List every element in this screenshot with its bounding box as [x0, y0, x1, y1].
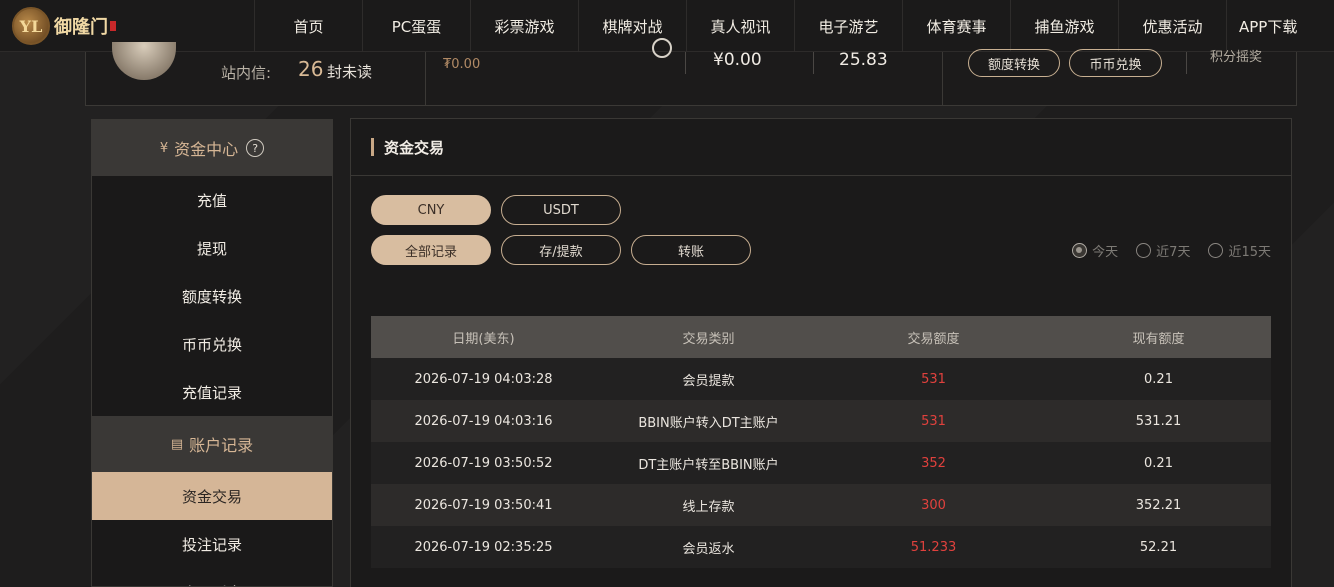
logo-mark-icon: YL [12, 7, 50, 45]
table-row: 2026-07-19 03:50:41 线上存款 300 352.21 [371, 484, 1271, 526]
sidebar-header-account-records[interactable]: ▤ 账户记录 [92, 416, 332, 472]
title-accent-bar [371, 138, 374, 156]
nav-item-home[interactable]: 首页 [254, 0, 362, 52]
cell-amount: 352 [921, 455, 946, 471]
sidebar-item-deposit-records[interactable]: 充值记录 [92, 368, 332, 416]
cell-balance: 531.21 [1135, 413, 1182, 429]
message-label: 站内信: [221, 64, 272, 82]
main-panel: 资金交易 CNY USDT 全部记录 存/提款 转账 今天 近7天 近15天 日… [350, 118, 1292, 587]
tab-deposit-withdraw[interactable]: 存/提款 [501, 235, 621, 265]
nav-item-lottery[interactable]: 彩票游戏 [470, 0, 578, 52]
help-icon[interactable]: ? [246, 139, 265, 157]
cell-amount: 300 [921, 497, 946, 513]
transactions-table: 日期(美东) 交易类别 交易额度 现有额度 2026-07-19 04:03:2… [371, 316, 1271, 568]
sidebar-item-fund-transactions[interactable]: 资金交易 [92, 472, 332, 520]
cell-date: 2026-07-19 03:50:52 [414, 455, 553, 471]
sidebar-item-coin-exchange[interactable]: 币币兑换 [92, 320, 332, 368]
cell-type: 线上存款 [682, 499, 735, 515]
points-amount: 25.83 [839, 50, 888, 70]
nav-menu: 首页 PC蛋蛋 彩票游戏 棋牌对战 真人视讯 电子游艺 体育赛事 捕鱼游戏 优惠… [254, 0, 1334, 52]
coin-exchange-button[interactable]: 币币兑换 [1069, 49, 1162, 77]
cell-type: 会员提款 [682, 373, 735, 389]
table-row: 2026-07-19 02:35:25 会员返水 51.233 52.21 [371, 526, 1271, 568]
cell-balance: 0.21 [1144, 455, 1173, 471]
cell-date: 2026-07-19 02:35:25 [414, 539, 553, 555]
account-sidebar: ¥ 资金中心 ? 充值 提现 额度转换 币币兑换 充值记录 ▤ 账户记录 资金交… [91, 119, 333, 587]
nav-item-app-download[interactable]: APP下载 [1226, 0, 1334, 52]
tab-transfer[interactable]: 转账 [631, 235, 751, 265]
tab-cny[interactable]: CNY [371, 195, 491, 225]
sidebar-item-bet-records[interactable]: 投注记录 [92, 520, 332, 568]
divider [1186, 52, 1187, 74]
account-records-label: 账户记录 [189, 436, 254, 455]
radio-label: 今天 [1092, 245, 1119, 260]
tab-usdt[interactable]: USDT [501, 195, 621, 225]
fund-center-label: 资金中心 [174, 140, 239, 159]
sidebar-item-deposit[interactable]: 充值 [92, 176, 332, 224]
divider [813, 52, 814, 74]
nav-item-promotions[interactable]: 优惠活动 [1118, 0, 1226, 52]
table-header: 日期(美东) 交易类别 交易额度 现有额度 [371, 316, 1271, 358]
table-body: 2026-07-19 04:03:28 会员提款 531 0.21 2026-0… [371, 358, 1271, 568]
radio-today[interactable]: 今天 [1072, 241, 1118, 260]
column-header-date: 日期(美东) [452, 331, 515, 347]
sidebar-header-fund-center[interactable]: ¥ 资金中心 ? [92, 120, 332, 176]
radio-label: 近7天 [1156, 245, 1191, 260]
radio-dot-icon [1136, 243, 1152, 258]
user-info-bar: 站内信: 26 封未读 ₮0.00 ¥0.00 25.83 额度转换 币币兑换 … [85, 38, 1297, 106]
page-title: 资金交易 [384, 138, 445, 157]
avatar[interactable] [112, 42, 176, 80]
unread-suffix[interactable]: 封未读 [327, 61, 372, 82]
nav-item-pc-egg[interactable]: PC蛋蛋 [362, 0, 470, 52]
column-header-balance: 现有额度 [1132, 331, 1185, 347]
cell-date: 2026-07-19 04:03:16 [414, 413, 553, 429]
panel-header: 资金交易 [351, 119, 1291, 176]
period-filter: 今天 近7天 近15天 [1072, 241, 1271, 260]
divider [425, 52, 426, 106]
divider [685, 52, 686, 74]
column-header-amount: 交易额度 [907, 331, 960, 347]
radio-dot-icon [1208, 243, 1224, 258]
logo-badge-icon [110, 21, 116, 31]
cell-amount: 531 [921, 371, 946, 387]
refresh-icon[interactable] [652, 38, 672, 58]
cell-balance: 352.21 [1135, 497, 1182, 513]
unread-count[interactable]: 26 [298, 57, 323, 81]
cell-balance: 0.21 [1144, 371, 1173, 387]
radio-last-7-days[interactable]: 近7天 [1136, 241, 1190, 260]
cell-type: 会员返水 [682, 541, 735, 557]
wallet-amount: ¥0.00 [713, 50, 762, 70]
quota-transfer-button[interactable]: 额度转换 [968, 49, 1060, 77]
yen-icon: ¥ [159, 140, 169, 156]
nav-item-sports[interactable]: 体育赛事 [902, 0, 1010, 52]
sidebar-item-withdraw[interactable]: 提现 [92, 224, 332, 272]
sidebar-item-quota-transfer[interactable]: 额度转换 [92, 272, 332, 320]
cell-amount: 51.233 [910, 539, 957, 555]
table-row: 2026-07-19 04:03:28 会员提款 531 0.21 [371, 358, 1271, 400]
sidebar-item-rebate[interactable]: 会员返水 [92, 568, 332, 587]
table-row: 2026-07-19 04:03:16 BBIN账户转入DT主账户 531 53… [371, 400, 1271, 442]
column-header-type: 交易类别 [682, 331, 735, 347]
document-icon: ▤ [170, 436, 184, 452]
cell-balance: 52.21 [1139, 539, 1178, 555]
cell-type: BBIN账户转入DT主账户 [638, 415, 779, 431]
cell-type: DT主账户转至BBIN账户 [638, 457, 779, 473]
radio-last-15-days[interactable]: 近15天 [1208, 241, 1271, 260]
nav-item-fishing[interactable]: 捕鱼游戏 [1010, 0, 1118, 52]
balance-small: ₮0.00 [443, 57, 481, 72]
cell-date: 2026-07-19 03:50:41 [414, 497, 553, 513]
tab-all-records[interactable]: 全部记录 [371, 235, 491, 265]
divider [942, 52, 943, 106]
nav-item-live-casino[interactable]: 真人视讯 [686, 0, 794, 52]
points-lottery-link[interactable]: 积分摇奖 [1210, 46, 1262, 65]
logo-text: 御隆门 [54, 17, 108, 38]
cell-date: 2026-07-19 04:03:28 [414, 371, 553, 387]
table-row: 2026-07-19 03:50:52 DT主账户转至BBIN账户 352 0.… [371, 442, 1271, 484]
radio-label: 近15天 [1228, 245, 1271, 260]
nav-item-slots[interactable]: 电子游艺 [794, 0, 902, 52]
cell-amount: 531 [921, 413, 946, 429]
radio-dot-icon [1072, 243, 1088, 258]
